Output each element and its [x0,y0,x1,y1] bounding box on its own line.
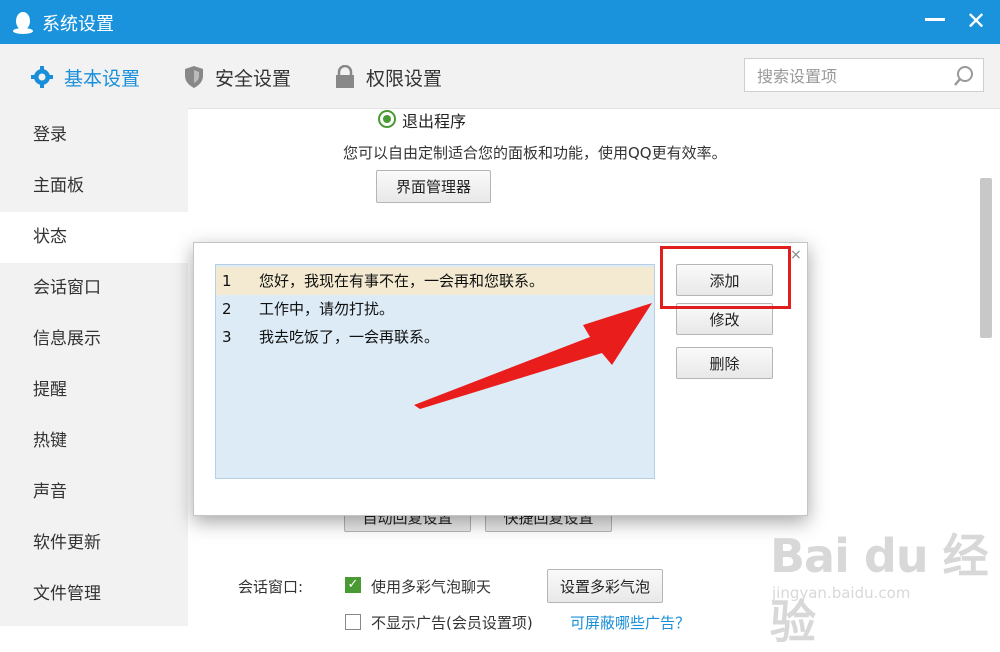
window-title: 系统设置 [42,14,114,35]
search-input[interactable] [755,65,949,87]
tab-permission-settings[interactable]: 权限设置 [334,63,442,91]
description-text: 您可以自由定制适合您的面板和功能，使用QQ更有效率。 [343,144,727,162]
tabs-bar: 基本设置 安全设置 权限设置 [0,44,1000,109]
delete-button[interactable]: 删除 [676,347,773,379]
bubble-checkbox-label: 使用多彩气泡聊天 [371,578,492,596]
baidu-jingyan-watermark: Bai du 经验 jingyan.baidu.com [770,520,1000,652]
sidebar: 登录 主面板 状态 会话窗口 信息展示 提醒 热键 声音 软件更新 文件管理 [0,108,188,626]
watermark-url: jingyan.baidu.com [772,584,911,602]
sidebar-item-file-management[interactable]: 文件管理 [0,569,188,620]
exit-program-label: 退出程序 [402,112,467,131]
close-button[interactable]: ✕ [966,6,986,36]
ui-manager-button[interactable]: 界面管理器 [376,170,491,203]
annotation-arrow-icon [414,303,652,409]
search-box[interactable] [744,58,984,92]
sidebar-item-main-panel[interactable]: 主面板 [0,161,188,212]
scrollbar-thumb[interactable] [980,178,992,338]
sidebar-item-hotkey[interactable]: 热键 [0,416,188,467]
lock-icon [336,65,354,88]
reply-number: 2 [222,300,232,318]
exit-program-radio[interactable] [378,110,396,128]
bubble-checkbox[interactable]: ✓ [345,577,361,593]
reply-text: 工作中，请勿打扰。 [259,300,395,318]
bubble-settings-button[interactable]: 设置多彩气泡 [547,569,663,603]
hide-ads-checkbox[interactable] [345,614,361,630]
dialog-close-icon[interactable]: × [790,247,802,263]
hide-ads-label: 不显示广告(会员设置项) [371,614,533,632]
reply-number: 3 [222,328,232,346]
minimize-button[interactable] [925,18,945,21]
tab-label: 权限设置 [366,67,443,90]
annotation-highlight-box [660,246,791,309]
sidebar-item-software-update[interactable]: 软件更新 [0,518,188,569]
sidebar-item-sound[interactable]: 声音 [0,467,188,518]
blockable-ads-link[interactable]: 可屏蔽哪些广告？ [570,612,690,633]
sidebar-item-reminder[interactable]: 提醒 [0,365,188,416]
shield-icon [185,66,203,88]
tab-label: 安全设置 [215,67,292,90]
sidebar-item-chat-window[interactable]: 会话窗口 [0,263,188,314]
tab-security-settings[interactable]: 安全设置 [183,63,291,91]
title-bar: 系统设置 ✕ [0,0,1000,44]
tab-label: 基本设置 [64,67,141,90]
search-icon[interactable] [953,65,975,87]
sidebar-item-info-display[interactable]: 信息展示 [0,314,188,365]
sidebar-item-status[interactable]: 状态 [0,212,188,263]
gear-icon [31,66,53,88]
qq-penguin-icon [13,12,33,34]
reply-number: 1 [222,272,232,290]
chat-window-label: 会话窗口: [238,578,304,596]
tab-basic-settings[interactable]: 基本设置 [30,63,140,91]
sidebar-item-login[interactable]: 登录 [0,110,188,161]
